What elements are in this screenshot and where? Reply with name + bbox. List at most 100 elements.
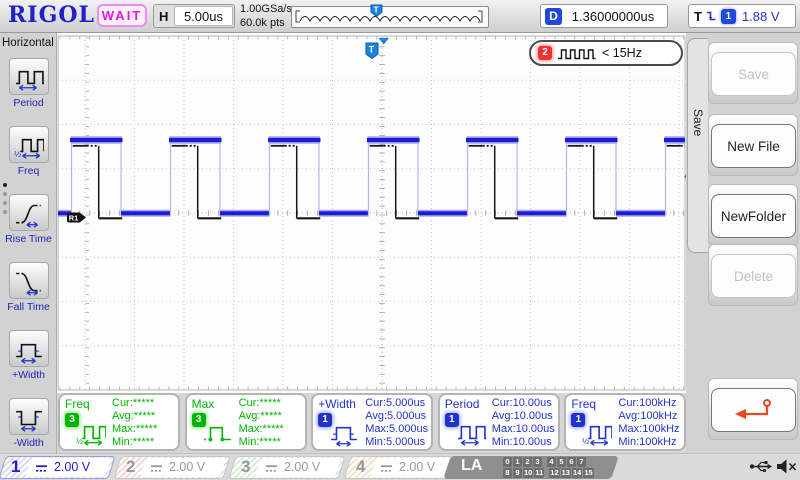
la-digit-6: 6 [567, 457, 576, 467]
sidebar-title: Horizontal [2, 37, 54, 49]
svg-text:½: ½ [14, 149, 21, 159]
delay-value: 1.36000000us [563, 5, 663, 27]
channel-scale-value: 2.00 V [284, 460, 320, 474]
svg-text:T: T [374, 6, 379, 15]
grid-and-waveform: R1 T [57, 33, 686, 393]
dc-coupling-icon [265, 464, 278, 474]
period-icon [456, 417, 486, 452]
sidebar-item-freq[interactable]: ½ Freq [0, 126, 57, 192]
horizontal-scale-value: 5.00us [174, 6, 233, 26]
la-digit-10: 10 [523, 468, 533, 478]
counter-value: < 15Hz [602, 46, 642, 60]
menu-button-save: Save [711, 52, 796, 96]
page-dot [3, 183, 7, 187]
dc-coupling-icon [150, 464, 163, 474]
la-digits-row2: 89101112131415 [503, 468, 595, 478]
usb-icon [749, 459, 773, 474]
freq-icon: ½ [14, 130, 44, 165]
channel-status-3[interactable]: 3 2.00 V [232, 456, 342, 479]
speaker-muted-icon [776, 458, 797, 475]
svg-text:R1: R1 [69, 213, 79, 222]
la-digit-3: 3 [533, 457, 542, 467]
pwidth-icon [329, 417, 359, 452]
la-status[interactable]: LA 01234567 89101112131415 [447, 456, 615, 479]
la-digit-11: 11 [534, 468, 544, 478]
fall-time-icon [14, 266, 44, 301]
sidebar-item-rise-time[interactable]: Rise Time [0, 194, 57, 260]
sample-rate-block: 1.00GSa/s 60.0k pts [240, 2, 292, 30]
channel-status-1[interactable]: 1 2.00 V [2, 456, 112, 479]
la-digit-0: 0 [503, 457, 512, 467]
page-dot [3, 210, 7, 214]
la-digit-15: 15 [583, 468, 593, 478]
horizontal-scale-box: H 5.00us [153, 4, 235, 28]
trigger-label: T [694, 9, 702, 24]
channel-scale-value: 2.00 V [54, 460, 90, 474]
svg-text:½: ½ [76, 436, 83, 446]
rigol-logo: RIGOL [8, 2, 95, 28]
top-status-bar: RIGOL WAIT H 5.00us 1.00GSa/s 60.0k pts … [0, 0, 800, 33]
delay-box: D 1.36000000us [540, 4, 668, 28]
trigger-frequency-counter: 2 < 15Hz [529, 40, 683, 66]
menu-button-delete: Delete [711, 254, 796, 298]
menu-tab-save: Save [687, 38, 708, 253]
la-digit-7: 7 [577, 457, 586, 467]
measure-sidebar: Horizontal Period½ Freq Rise Time Fall T… [0, 33, 57, 453]
freq-icon: ½ [582, 417, 612, 452]
la-label: LA [461, 457, 482, 475]
horizontal-scale-label: H [159, 9, 168, 24]
channel-scale-value: 2.00 V [399, 460, 435, 474]
la-digit-13: 13 [561, 468, 571, 478]
rise-time-icon [14, 198, 44, 233]
measurement-panel-5: Freq 1 ½ Cur:100kHzAvg:100kHzMax:100kHzM… [564, 393, 686, 451]
la-digit-9: 9 [513, 468, 522, 478]
sample-rate: 1.00GSa/s [240, 2, 292, 16]
page-dot [3, 201, 7, 205]
nwidth-icon [14, 402, 44, 437]
freq-icon: ½ [76, 417, 106, 452]
trigger-box: T 1 1.88 V [688, 4, 796, 28]
menu-button-new-file[interactable]: New File [711, 124, 796, 168]
dc-coupling-icon [35, 464, 48, 474]
menu-button-back[interactable] [711, 388, 796, 432]
page-dot [3, 192, 7, 196]
la-digit-8: 8 [503, 468, 512, 478]
la-digit-1: 1 [513, 457, 522, 467]
memory-position-bar [291, 6, 489, 28]
channel-status-2[interactable]: 2 2.00 V [117, 456, 227, 479]
channel-status-4[interactable]: 4 2.00 V [347, 456, 457, 479]
svg-text:T: T [369, 44, 375, 54]
period-icon [14, 62, 44, 97]
la-digit-5: 5 [557, 457, 566, 467]
memory-trigger-position-icon: T [370, 4, 383, 18]
oscilloscope-screen: RIGOL WAIT H 5.00us 1.00GSa/s 60.0k pts … [0, 0, 800, 480]
dc-coupling-icon [380, 464, 393, 474]
memory-depth: 60.0k pts [240, 16, 292, 30]
trigger-level-value: 1.88 V [742, 9, 780, 24]
pwidth-icon [14, 334, 44, 369]
la-digits-row1: 01234567 [503, 457, 587, 467]
measurement-panel-4: Period 1 Cur:10.00usAvg:10.00usMax:10.00… [438, 393, 560, 451]
trigger-slope-falling-icon [706, 10, 717, 23]
return-arrow-icon [732, 398, 776, 422]
measurement-panel-2: Max 3 Cur:*****Avg:*****Max:*****Min:***… [185, 393, 307, 451]
trigger-source-badge: 1 [721, 9, 736, 24]
delay-badge: D [545, 8, 562, 25]
la-digit-14: 14 [572, 468, 582, 478]
sidebar-item--width[interactable]: +Width [0, 330, 57, 396]
acquisition-status-badge: WAIT [97, 4, 147, 27]
function-menu: Save SaveNew FileNewFolderDelete [686, 33, 800, 455]
square-wave-icon [557, 47, 597, 60]
channel-scale-value: 2.00 V [169, 460, 205, 474]
la-digit-4: 4 [547, 457, 556, 467]
measurement-panel-3: +Width 1 Cur:5.000usAvg:5.000usMax:5.000… [311, 393, 433, 451]
counter-channel-badge: 2 [538, 46, 552, 60]
sidebar-item-fall-time[interactable]: Fall Time [0, 262, 57, 328]
measurement-panel-1: Freq 3 ½ Cur:*****Avg:*****Max:*****Min:… [58, 393, 180, 451]
max-icon [203, 417, 233, 452]
memory-waveform-icon [292, 7, 488, 27]
sidebar-item-period[interactable]: Period [0, 58, 57, 124]
waveform-display: R1 T [57, 33, 686, 393]
menu-button-newfolder[interactable]: NewFolder [711, 194, 796, 238]
svg-text:½: ½ [582, 436, 589, 446]
